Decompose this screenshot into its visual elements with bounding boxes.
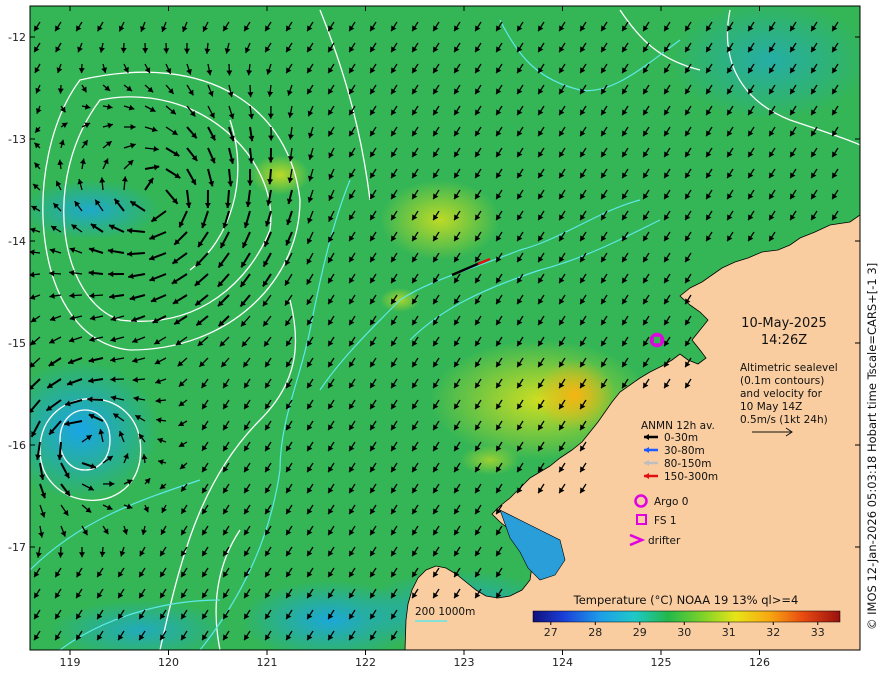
lat-tick-label: -17: [8, 541, 26, 554]
lon-tick-label: 125: [651, 656, 672, 669]
lat-tick-label: -16: [8, 439, 26, 452]
sst-map: 119 120 121 122 123 124 125 126 -12 -13 -14 -15 -16…: [8, 5, 879, 669]
lon-tick-label: 123: [454, 656, 475, 669]
description-line: 0.5m/s (1kt 24h): [740, 414, 828, 426]
cool-patch: [670, 6, 860, 120]
colorbar-tick-label: 33: [811, 626, 825, 639]
colorbar-tick-label: 29: [633, 626, 647, 639]
timestamp-date: 10-May-2025: [741, 316, 827, 331]
description-line: (0.1m contours): [740, 375, 824, 387]
warm-patch: [380, 180, 500, 260]
colorbar-title: Temperature (°C) NOAA 19 13% ql>=4: [573, 593, 799, 607]
colorbar-tick-label: 28: [588, 626, 602, 639]
lon-tick-label: 122: [355, 656, 376, 669]
cool-patch: [50, 600, 230, 650]
colorbar-tick-label: 31: [722, 626, 736, 639]
legend-marker-label: drifter: [648, 535, 681, 547]
legend-marker-label: FS 1: [654, 515, 677, 527]
colorbar-tick-label: 30: [677, 626, 691, 639]
colorbar-tick-label: 32: [766, 626, 780, 639]
lon-tick-label: 126: [749, 656, 770, 669]
bathymetry-label: 200 1000m: [415, 606, 475, 618]
colorbar-tick-label: 27: [544, 626, 558, 639]
lon-tick-label: 124: [552, 656, 573, 669]
description-line: and velocity for: [740, 388, 823, 400]
warm-patch: [250, 155, 310, 195]
legend-depth-label: 0-30m: [664, 432, 698, 444]
credit-text: © IMOS 12-Jan-2026 05:03:18 Hobart time …: [865, 263, 879, 630]
lat-tick-label: -14: [8, 235, 26, 248]
map-field: [30, 6, 860, 650]
lon-tick-label: 120: [158, 656, 179, 669]
lon-tick-label: 119: [60, 656, 81, 669]
lat-tick-label: -12: [8, 31, 26, 44]
legend-depth-label: 30-80m: [664, 445, 705, 457]
description-line: Altimetric sealevel: [740, 362, 838, 374]
legend-depth-label: 150-300m: [664, 471, 718, 483]
description-line: 10 May 14Z: [740, 401, 802, 413]
lon-tick-label: 121: [257, 656, 278, 669]
anmn-legend-title: ANMN 12h av.: [641, 420, 715, 432]
legend-marker-label: Argo 0: [654, 496, 688, 508]
lat-tick-label: -13: [8, 133, 26, 146]
lat-tick-label: -15: [8, 337, 26, 350]
legend-depth-label: 80-150m: [664, 458, 711, 470]
timestamp-time: 14:26Z: [761, 333, 807, 348]
colorbar-scale: [532, 610, 841, 623]
warm-patch: [460, 445, 520, 475]
